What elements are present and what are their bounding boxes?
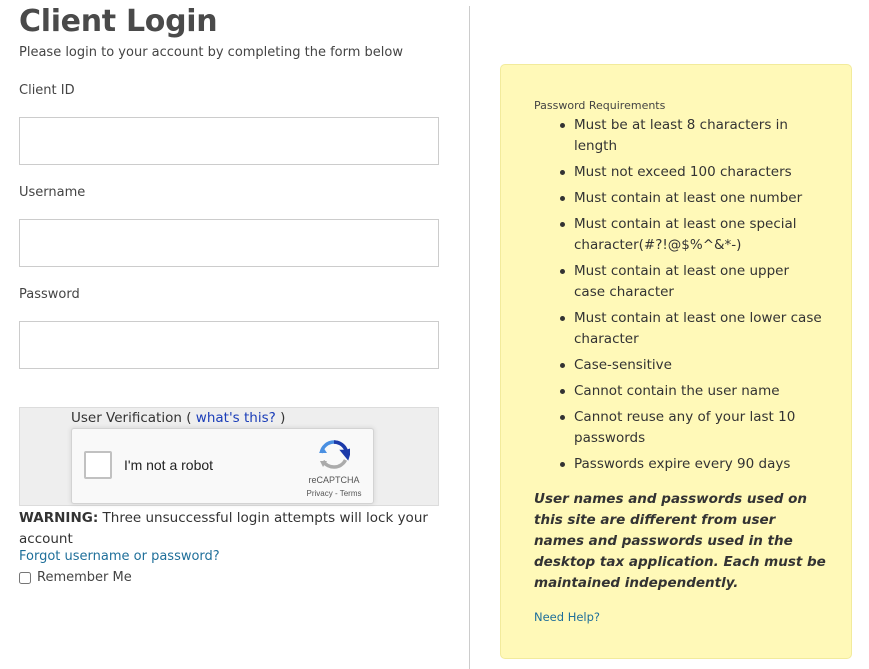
- remember-me[interactable]: Remember Me: [19, 570, 132, 585]
- verification-open-paren: (: [186, 410, 192, 426]
- password-label: Password: [19, 287, 80, 302]
- verification-close-paren: ): [280, 410, 286, 426]
- page-title: Client Login: [19, 4, 218, 39]
- requirement-item: Case-sensitive: [534, 355, 824, 376]
- recaptcha-privacy-terms[interactable]: Privacy - Terms: [298, 489, 370, 498]
- requirement-item: Must be at least 8 characters in length: [534, 115, 824, 157]
- recaptcha-brand: reCAPTCHA: [308, 475, 360, 485]
- requirement-item: Must contain at least one special charac…: [534, 214, 824, 256]
- requirement-item: Must contain at least one lower case cha…: [534, 308, 824, 350]
- requirement-item: Cannot contain the user name: [534, 381, 824, 402]
- verification-title: User Verification: [71, 410, 182, 426]
- column-divider: [469, 6, 470, 669]
- remember-me-checkbox[interactable]: [19, 571, 31, 584]
- client-id-input[interactable]: [19, 117, 439, 165]
- user-verification-box: User Verification ( what's this? ) I'm n…: [19, 407, 439, 506]
- user-verification-label: User Verification ( what's this? ): [71, 410, 285, 426]
- recaptcha-widget: I'm not a robot reCAPTCHA Privacy - Term…: [71, 428, 374, 504]
- requirement-item: Cannot reuse any of your last 10 passwor…: [534, 407, 824, 449]
- password-requirements-panel: Password Requirements Must be at least 8…: [500, 64, 852, 659]
- lockout-warning: WARNING: Three unsuccessful login attemp…: [19, 508, 439, 550]
- username-label: Username: [19, 185, 86, 200]
- need-help-link[interactable]: Need Help?: [534, 610, 600, 624]
- client-id-label: Client ID: [19, 83, 75, 98]
- requirement-item: Must contain at least one number: [534, 188, 824, 209]
- remember-me-label: Remember Me: [37, 570, 132, 585]
- recaptcha-checkbox-label: I'm not a robot: [124, 457, 214, 473]
- recaptcha-logo-icon: [319, 440, 350, 469]
- warning-prefix: WARNING:: [19, 510, 99, 526]
- recaptcha-checkbox[interactable]: [84, 451, 112, 479]
- username-input[interactable]: [19, 219, 439, 267]
- requirements-list: Must be at least 8 characters in length …: [534, 115, 824, 480]
- forgot-credentials-link[interactable]: Forgot username or password?: [19, 549, 220, 564]
- requirement-item: Must not exceed 100 characters: [534, 162, 824, 183]
- page-subtitle: Please login to your account by completi…: [19, 45, 403, 60]
- whats-this-link[interactable]: what's this?: [196, 410, 276, 426]
- requirement-item: Must contain at least one upper case cha…: [534, 261, 824, 303]
- requirement-item: Passwords expire every 90 days: [534, 454, 824, 475]
- credentials-note: User names and passwords used on this si…: [534, 491, 826, 591]
- password-input[interactable]: [19, 321, 439, 369]
- requirements-title: Password Requirements: [534, 99, 666, 112]
